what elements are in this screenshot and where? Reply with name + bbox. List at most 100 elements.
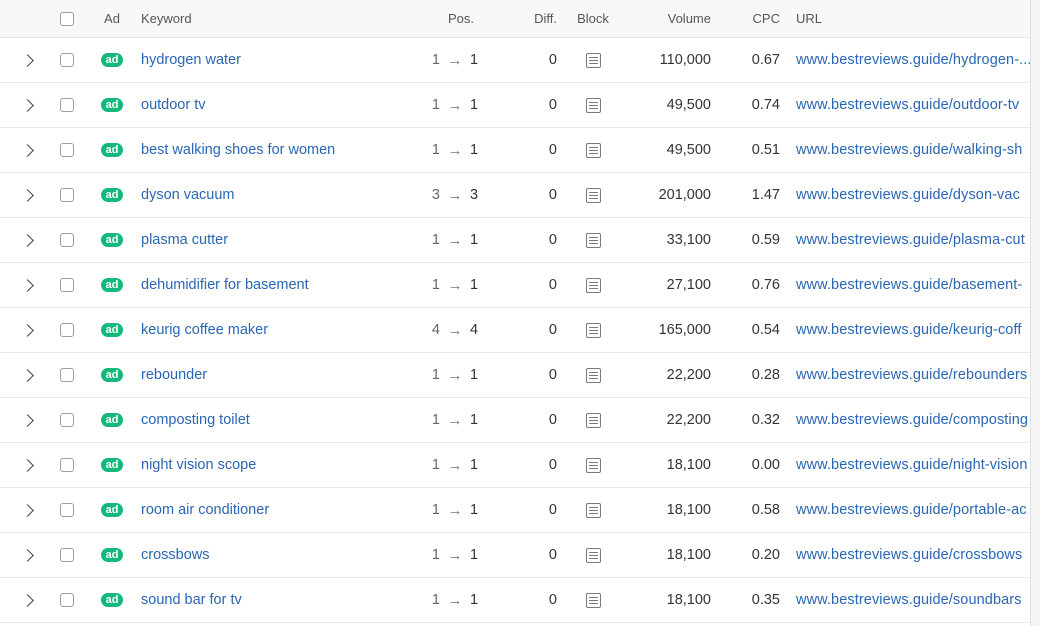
chevron-right-icon[interactable] [20,53,34,67]
row-checkbox[interactable] [60,53,74,67]
chevron-right-icon[interactable] [20,98,34,112]
table-row[interactable]: ad best walking shoes for women 1 → 1 0 49,500… [0,128,1031,173]
list-document-icon[interactable] [585,412,601,428]
row-checkbox[interactable] [60,368,74,382]
chevron-right-icon[interactable] [20,503,34,517]
table-row[interactable]: ad composting toilet 1 → 1 0 22,200 0.32 www.bes… [0,398,1031,443]
select-all-checkbox[interactable] [60,11,74,26]
table-row[interactable]: ad hydrogen water 1 → 1 0 110,000 0.67 www.bestr… [0,38,1031,83]
url-link[interactable]: www.bestreviews.guide/rebounders [796,367,1027,383]
chevron-right-icon[interactable] [20,593,34,607]
url-link[interactable]: www.bestreviews.guide/composting [796,412,1028,428]
row-checkbox[interactable] [60,98,74,112]
keyword-link[interactable]: crossbows [141,547,210,563]
keyword-link[interactable]: plasma cutter [141,232,228,248]
keyword-link[interactable]: outdoor tv [141,97,206,113]
chevron-right-icon[interactable] [20,323,34,337]
list-document-icon[interactable] [585,232,601,248]
vertical-scrollbar[interactable] [1030,0,1040,626]
chevron-right-icon[interactable] [20,143,34,157]
url-link[interactable]: www.bestreviews.guide/basement- [796,277,1022,293]
arrow-right-icon: → [447,276,463,294]
row-checkbox[interactable] [60,503,74,517]
chevron-right-icon[interactable] [20,413,34,427]
keyword-link[interactable]: night vision scope [141,457,256,473]
arrow-right-icon: → [447,501,463,519]
chevron-right-icon[interactable] [20,548,34,562]
header-position[interactable]: Pos. [446,0,476,37]
row-checkbox[interactable] [60,188,74,202]
header-ad[interactable]: Ad [100,0,124,37]
table-row[interactable]: ad dyson vacuum 3 → 3 0 201,000 1.47 www.bestrev… [0,173,1031,218]
list-document-icon[interactable] [585,502,601,518]
url-link[interactable]: www.bestreviews.guide/plasma-cut [796,232,1025,248]
list-document-icon[interactable] [585,142,601,158]
url-link[interactable]: www.bestreviews.guide/walking-sh [796,142,1022,158]
keyword-link[interactable]: dyson vacuum [141,187,235,203]
keyword-link[interactable]: best walking shoes for women [141,142,335,158]
ad-badge: ad [100,143,124,157]
volume-value: 18,100 [666,457,711,473]
row-checkbox[interactable] [60,143,74,157]
keyword-link[interactable]: dehumidifier for basement [141,277,309,293]
list-document-icon[interactable] [585,97,601,113]
keyword-link[interactable]: composting toilet [141,412,250,428]
arrow-right-icon: → [447,231,463,249]
chevron-right-icon[interactable] [20,368,34,382]
list-document-icon[interactable] [585,322,601,338]
row-checkbox[interactable] [60,413,74,427]
list-document-icon[interactable] [585,187,601,203]
keyword-link[interactable]: room air conditioner [141,502,269,518]
header-volume[interactable]: Volume [630,0,711,37]
header-url[interactable]: URL [796,0,1031,37]
block-cell [576,218,610,262]
keyword-link[interactable]: hydrogen water [141,52,241,68]
list-document-icon[interactable] [585,367,601,383]
header-cpc[interactable]: CPC [735,0,780,37]
table-row[interactable]: ad dehumidifier for basement 1 → 1 0 27,100 0.7… [0,263,1031,308]
keyword-link[interactable]: keurig coffee maker [141,322,268,338]
position-current: 1 [470,412,479,428]
row-checkbox[interactable] [60,233,74,247]
list-document-icon[interactable] [585,547,601,563]
ad-badge: ad [100,503,124,517]
table-row[interactable]: ad plasma cutter 1 → 1 0 33,100 0.59 www.bestrev… [0,218,1031,263]
url-link[interactable]: www.bestreviews.guide/dyson-vac [796,187,1020,203]
list-document-icon[interactable] [585,457,601,473]
list-document-icon[interactable] [585,52,601,68]
header-block[interactable]: Block [576,0,610,37]
table-row[interactable]: ad outdoor tv 1 → 1 0 49,500 0.74 www.bestreview… [0,83,1031,128]
block-cell [576,173,610,217]
chevron-right-icon[interactable] [20,278,34,292]
chevron-right-icon[interactable] [20,233,34,247]
keyword-link[interactable]: rebounder [141,367,207,383]
row-checkbox[interactable] [60,323,74,337]
row-checkbox[interactable] [60,458,74,472]
url-link[interactable]: www.bestreviews.guide/keurig-coff [796,322,1021,338]
header-difficulty[interactable]: Diff. [520,0,557,37]
chevron-right-icon[interactable] [20,458,34,472]
table-row[interactable]: ad night vision scope 1 → 1 0 18,100 0.00 www.be… [0,443,1031,488]
url-link[interactable]: www.bestreviews.guide/portable-ac [796,502,1027,518]
url-link[interactable]: www.bestreviews.guide/crossbows [796,547,1022,563]
chevron-right-icon[interactable] [20,188,34,202]
table-row[interactable]: ad rebounder 1 → 1 0 22,200 0.28 www.bestreviews… [0,353,1031,398]
url-link[interactable]: www.bestreviews.guide/outdoor-tv [796,97,1019,113]
row-checkbox[interactable] [60,278,74,292]
url-link[interactable]: www.bestreviews.guide/night-vision [796,457,1027,473]
table-row[interactable]: ad room air conditioner 1 → 1 0 18,100 0.58 www.… [0,488,1031,533]
row-checkbox[interactable] [60,593,74,607]
header-keyword[interactable]: Keyword [141,0,421,37]
table-row[interactable]: ad sound bar for tv 1 → 1 0 18,100 0.35 www.best… [0,578,1031,623]
position-previous: 1 [431,97,440,113]
list-document-icon[interactable] [585,592,601,608]
position-cell: 1 → 1 [420,443,515,487]
url-link[interactable]: www.bestreviews.guide/hydrogen-... [796,52,1031,68]
table-row[interactable]: ad keurig coffee maker 4 → 4 0 165,000 0.54 www.… [0,308,1031,353]
list-document-icon[interactable] [585,277,601,293]
table-row[interactable]: ad crossbows 1 → 1 0 18,100 0.20 www.bestreviews… [0,533,1031,578]
keyword-link[interactable]: sound bar for tv [141,592,242,608]
row-checkbox[interactable] [60,548,74,562]
position-previous: 1 [431,367,440,383]
url-link[interactable]: www.bestreviews.guide/soundbars [796,592,1022,608]
